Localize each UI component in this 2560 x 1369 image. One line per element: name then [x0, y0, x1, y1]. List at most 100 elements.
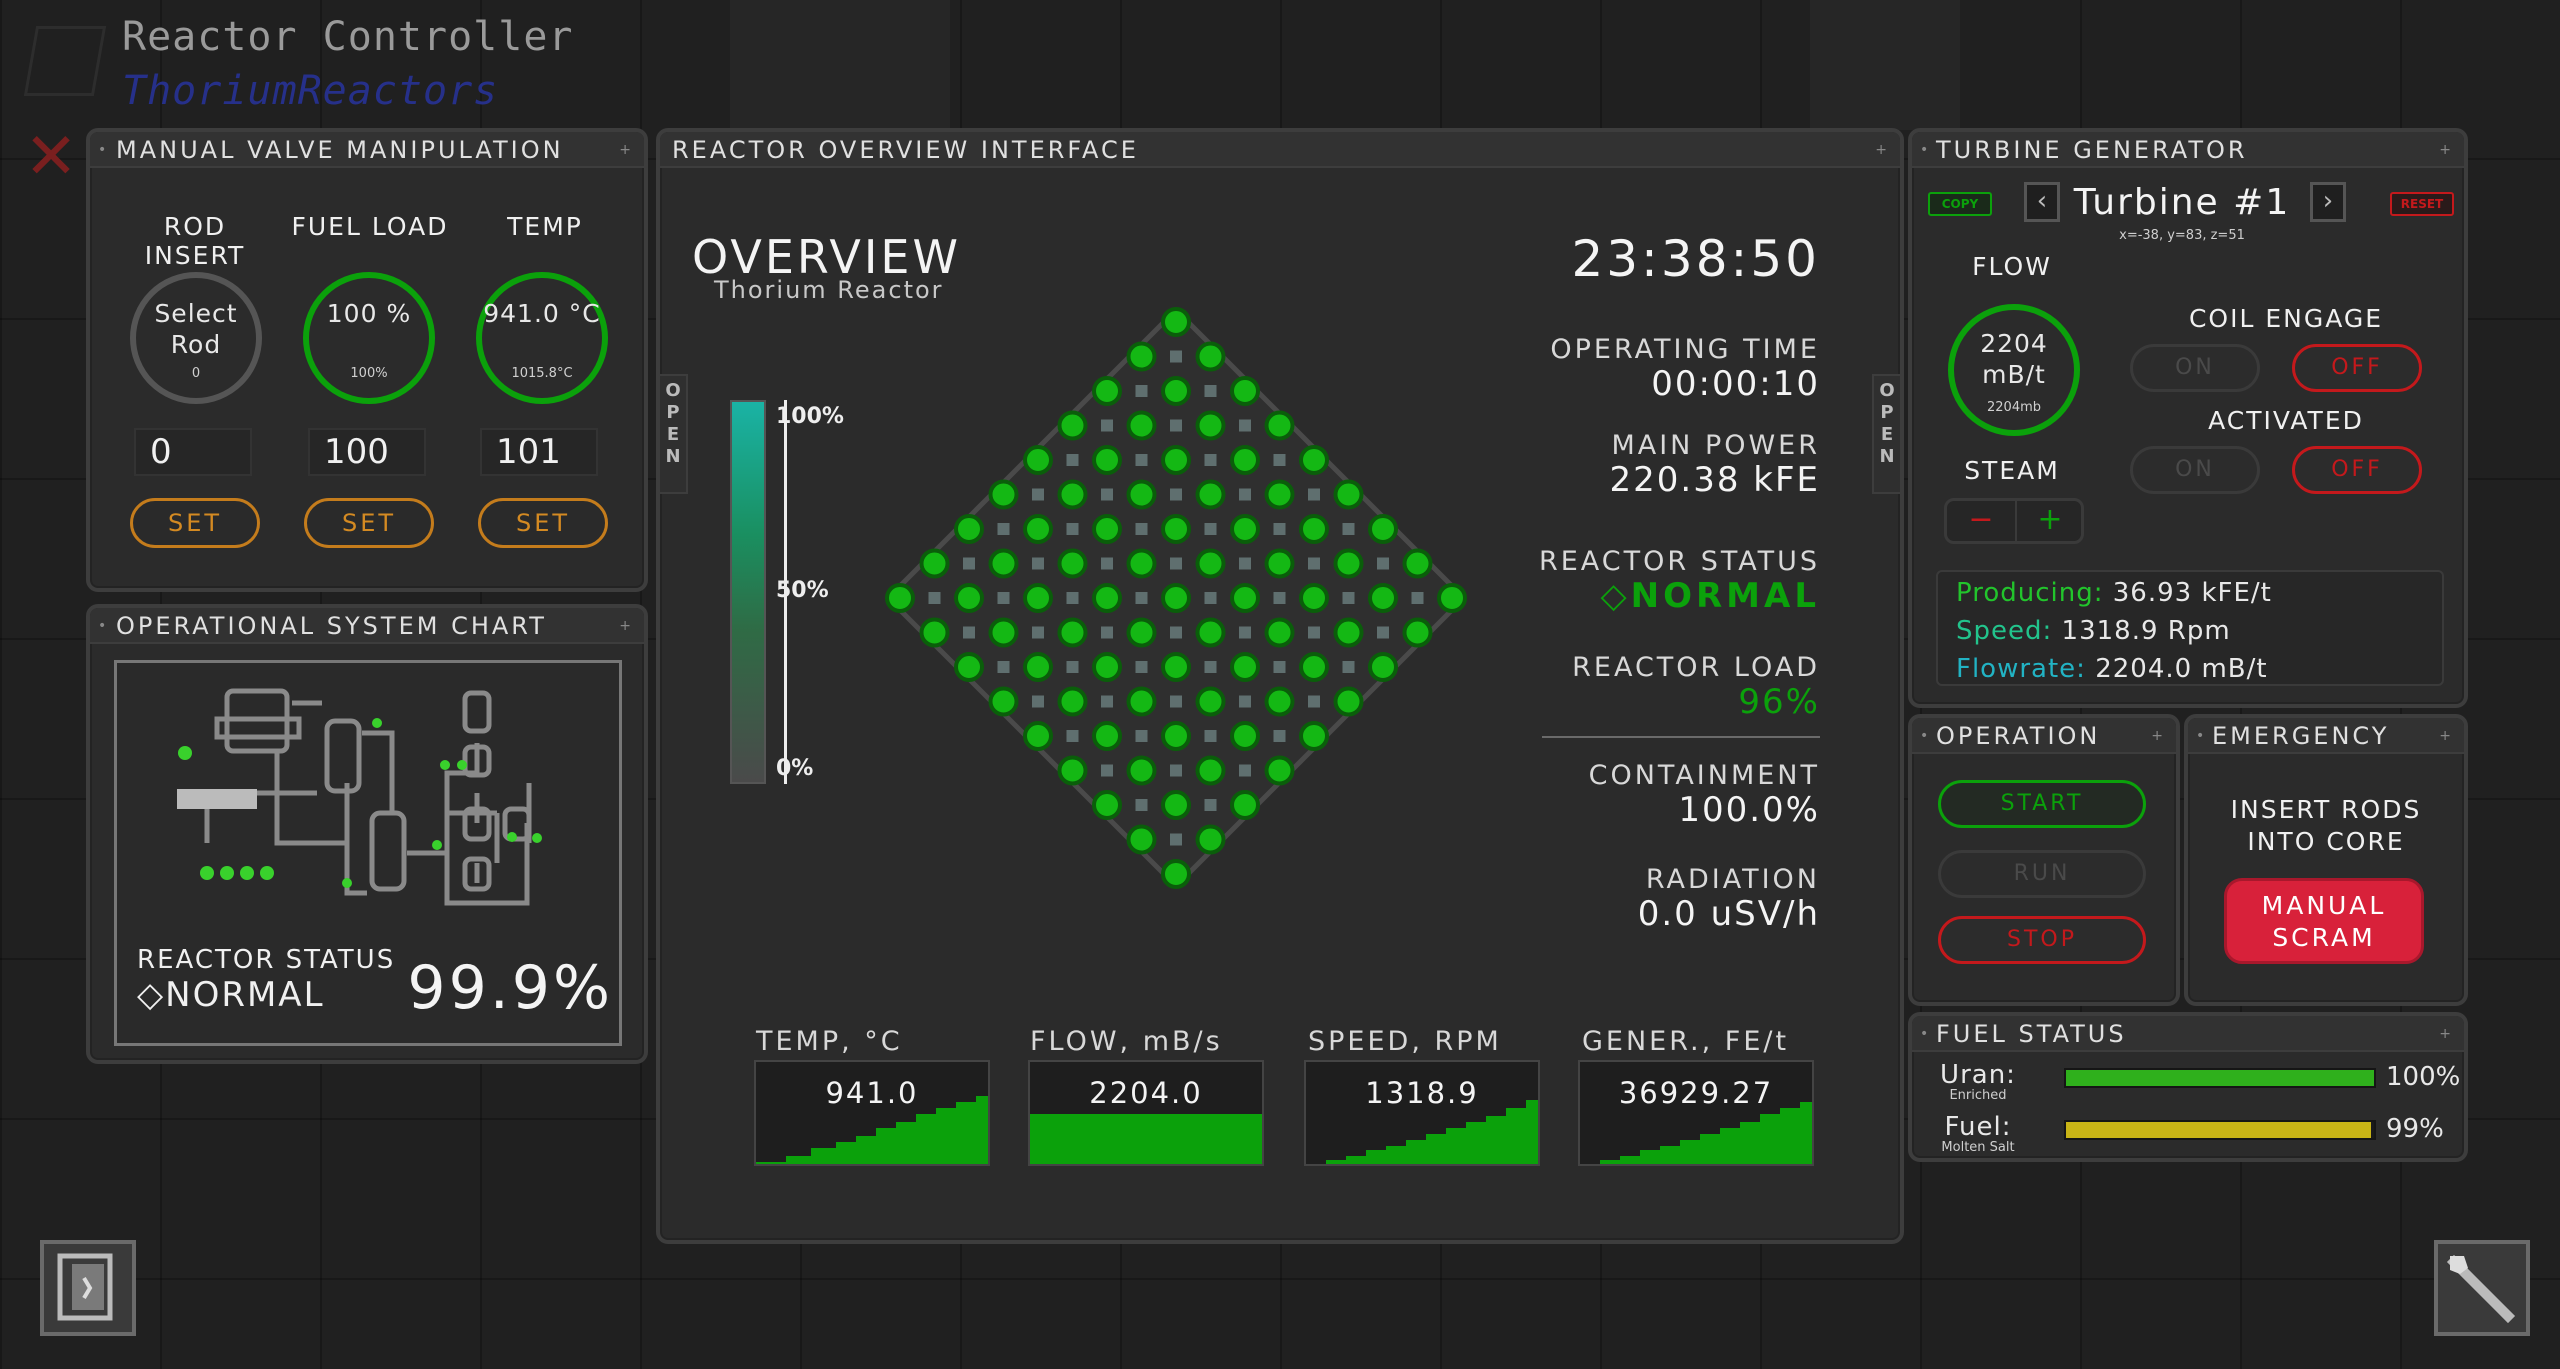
fuel-rod-cell[interactable] [1057, 479, 1088, 510]
fuel-rod-cell[interactable] [1057, 548, 1088, 579]
fuel-rod-cell[interactable] [1092, 721, 1122, 751]
activated-off-button[interactable]: OFF [2292, 446, 2422, 494]
fuel-rod-cell[interactable] [885, 583, 915, 613]
copy-button[interactable]: COPY [1928, 192, 1992, 216]
coil-off-button[interactable]: OFF [2292, 344, 2422, 392]
fuel-rod-cell[interactable] [1126, 479, 1157, 510]
fuel-rod-cell[interactable] [1126, 410, 1157, 441]
fuel-rod-cell[interactable] [1195, 479, 1226, 510]
fuel-rod-cell[interactable] [1230, 583, 1260, 613]
fuel-rod-cell[interactable] [1126, 755, 1157, 786]
fuel-rod-cell[interactable] [919, 617, 950, 648]
fuel-rod-cell[interactable] [988, 479, 1019, 510]
fuel-rod-cell[interactable] [1023, 652, 1053, 682]
fuel-rod-cell[interactable] [1195, 548, 1226, 579]
fuel-rod-cell[interactable] [1264, 410, 1295, 441]
fuel-rod-cell[interactable] [1092, 376, 1122, 406]
temp-set-button[interactable]: SET [478, 498, 608, 548]
fuel-rod-cell[interactable] [1368, 652, 1398, 682]
fuel-rod-cell[interactable] [1161, 790, 1191, 820]
fuel-rod-cell[interactable] [1161, 307, 1191, 337]
fuel-rod-cell[interactable] [1368, 583, 1398, 613]
fuel-rod-cell[interactable] [954, 514, 984, 544]
fuel-rod-cell[interactable] [1195, 686, 1226, 717]
steam-minus-button[interactable]: − [1947, 501, 2015, 541]
activated-on-button[interactable]: ON [2130, 446, 2260, 494]
fuel-rod-cell[interactable] [1195, 410, 1226, 441]
fuel-rod-cell[interactable] [1368, 514, 1398, 544]
fuel-rod-cell[interactable] [1092, 652, 1122, 682]
fuel-rod-cell[interactable] [1299, 652, 1329, 682]
fuel-rod-cell[interactable] [1230, 445, 1260, 475]
fuel-rod-cell[interactable] [1230, 652, 1260, 682]
fuel-rod-cell[interactable] [1299, 583, 1329, 613]
fuel-rod-cell[interactable] [1230, 790, 1260, 820]
rod-insert-input[interactable]: 0 [134, 428, 252, 476]
prev-turbine-button[interactable]: ‹ [2024, 182, 2060, 222]
fuel-rod-cell[interactable] [1161, 445, 1191, 475]
fuel-rod-cell[interactable] [1333, 548, 1364, 579]
coil-on-button[interactable]: ON [2130, 344, 2260, 392]
fuel-rod-cell[interactable] [1092, 445, 1122, 475]
fuel-rod-cell[interactable] [1092, 514, 1122, 544]
wrench-icon[interactable] [2434, 1240, 2530, 1336]
fuel-rod-cell[interactable] [988, 686, 1019, 717]
fuel-rod-cell[interactable] [988, 617, 1019, 648]
fuel-rod-cell[interactable] [954, 652, 984, 682]
fuel-rod-cell[interactable] [1264, 755, 1295, 786]
next-turbine-button[interactable]: › [2310, 182, 2346, 222]
run-button[interactable]: RUN [1938, 850, 2146, 898]
close-icon[interactable]: ✕ [22, 125, 80, 189]
manual-scram-button[interactable]: MANUAL SCRAM [2224, 878, 2424, 964]
book-icon[interactable] [40, 1240, 136, 1336]
fuel-rod-cell[interactable] [1126, 341, 1157, 372]
rod-insert-gauge[interactable]: Select Rod 0 [130, 272, 262, 404]
fuel-rod-cell[interactable] [1126, 824, 1157, 855]
fuel-rod-cell[interactable] [1161, 376, 1191, 406]
fuel-load-set-button[interactable]: SET [304, 498, 434, 548]
fuel-rod-cell[interactable] [1264, 548, 1295, 579]
fuel-rod-cell[interactable] [1092, 583, 1122, 613]
fuel-rod-cell[interactable] [1299, 721, 1329, 751]
fuel-rod-cell[interactable] [1333, 686, 1364, 717]
fuel-rod-cell[interactable] [1092, 790, 1122, 820]
fuel-rod-cell[interactable] [1126, 686, 1157, 717]
fuel-rod-cell[interactable] [1023, 721, 1053, 751]
fuel-rod-cell[interactable] [1161, 721, 1191, 751]
temp-input[interactable]: 101 [480, 428, 598, 476]
start-button[interactable]: START [1938, 780, 2146, 828]
fuel-rod-cell[interactable] [1023, 583, 1053, 613]
fuel-rod-cell[interactable] [988, 548, 1019, 579]
fuel-rod-cell[interactable] [1195, 617, 1226, 648]
rod-insert-set-button[interactable]: SET [130, 498, 260, 548]
fuel-rod-cell[interactable] [1023, 445, 1053, 475]
open-right-tab[interactable]: OPEN [1872, 374, 1902, 494]
fuel-rod-cell[interactable] [1299, 445, 1329, 475]
fuel-rod-cell[interactable] [1057, 755, 1088, 786]
fuel-rod-cell[interactable] [1057, 686, 1088, 717]
fuel-rod-cell[interactable] [919, 548, 950, 579]
fuel-rod-cell[interactable] [1264, 479, 1295, 510]
fuel-load-input[interactable]: 100 [308, 428, 426, 476]
fuel-rod-cell[interactable] [1057, 410, 1088, 441]
fuel-rod-cell[interactable] [1333, 479, 1364, 510]
fuel-rod-cell[interactable] [1161, 514, 1191, 544]
fuel-rod-cell[interactable] [1230, 376, 1260, 406]
fuel-rod-cell[interactable] [1195, 755, 1226, 786]
fuel-rod-cell[interactable] [1161, 859, 1191, 889]
fuel-rod-cell[interactable] [1023, 514, 1053, 544]
fuel-rod-cell[interactable] [1195, 341, 1226, 372]
fuel-rod-cell[interactable] [1402, 617, 1433, 648]
reset-button[interactable]: RESET [2390, 192, 2454, 216]
fuel-rod-cell[interactable] [1161, 652, 1191, 682]
fuel-rod-cell[interactable] [1195, 824, 1226, 855]
fuel-rod-cell[interactable] [1057, 617, 1088, 648]
fuel-rod-cell[interactable] [1333, 617, 1364, 648]
fuel-rod-cell[interactable] [1264, 617, 1295, 648]
stop-button[interactable]: STOP [1938, 916, 2146, 964]
fuel-rod-cell[interactable] [1230, 514, 1260, 544]
fuel-rod-cell[interactable] [1161, 583, 1191, 613]
open-left-tab[interactable]: OPEN [658, 374, 688, 494]
fuel-rod-cell[interactable] [1126, 617, 1157, 648]
steam-plus-button[interactable]: + [2017, 501, 2083, 541]
